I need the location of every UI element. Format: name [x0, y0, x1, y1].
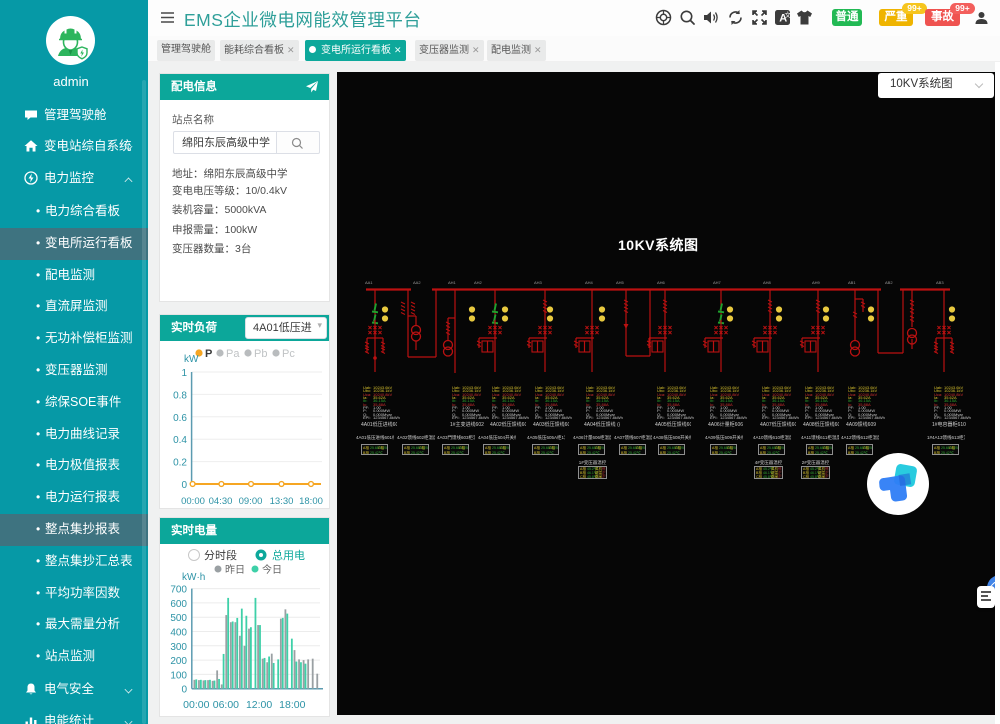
svg-text:12:00: 12:00 [246, 699, 272, 711]
svg-text:00:00: 00:00 [183, 699, 209, 711]
svg-text:0.4: 0.4 [173, 435, 187, 446]
svg-text:600: 600 [170, 599, 187, 610]
svg-text:总用电: 总用电 [272, 548, 305, 562]
svg-text:kW·h: kW·h [182, 572, 205, 583]
svg-text:0.2: 0.2 [173, 458, 187, 469]
svg-text:300: 300 [170, 642, 187, 653]
svg-text:Pc: Pc [282, 348, 295, 360]
svg-text:Pb: Pb [254, 348, 267, 360]
svg-text:00:00: 00:00 [181, 496, 205, 507]
svg-text:100: 100 [170, 670, 187, 681]
svg-text:700: 700 [170, 585, 187, 596]
svg-text:400: 400 [170, 628, 187, 639]
svg-text:1: 1 [181, 368, 187, 379]
svg-text:分时段: 分时段 [204, 548, 237, 562]
svg-text:P: P [205, 348, 212, 360]
svg-text:今日: 今日 [262, 563, 282, 576]
svg-text:06:00: 06:00 [213, 699, 239, 711]
svg-text:昨日: 昨日 [225, 564, 245, 576]
svg-text:500: 500 [170, 613, 187, 624]
svg-text:18:00: 18:00 [279, 699, 305, 711]
svg-text:Pa: Pa [226, 348, 240, 360]
svg-text:04:30: 04:30 [209, 496, 233, 507]
svg-text:文: 文 [785, 10, 792, 19]
svg-text:0: 0 [181, 480, 187, 491]
svg-text:0.6: 0.6 [173, 413, 187, 424]
svg-text:kW: kW [184, 354, 199, 365]
svg-text:18:00: 18:00 [299, 496, 323, 507]
svg-text:13:30: 13:30 [270, 496, 294, 507]
svg-text:0.8: 0.8 [173, 390, 187, 401]
svg-text:0: 0 [181, 685, 187, 696]
svg-text:09:00: 09:00 [239, 496, 263, 507]
svg-text:200: 200 [170, 656, 187, 667]
